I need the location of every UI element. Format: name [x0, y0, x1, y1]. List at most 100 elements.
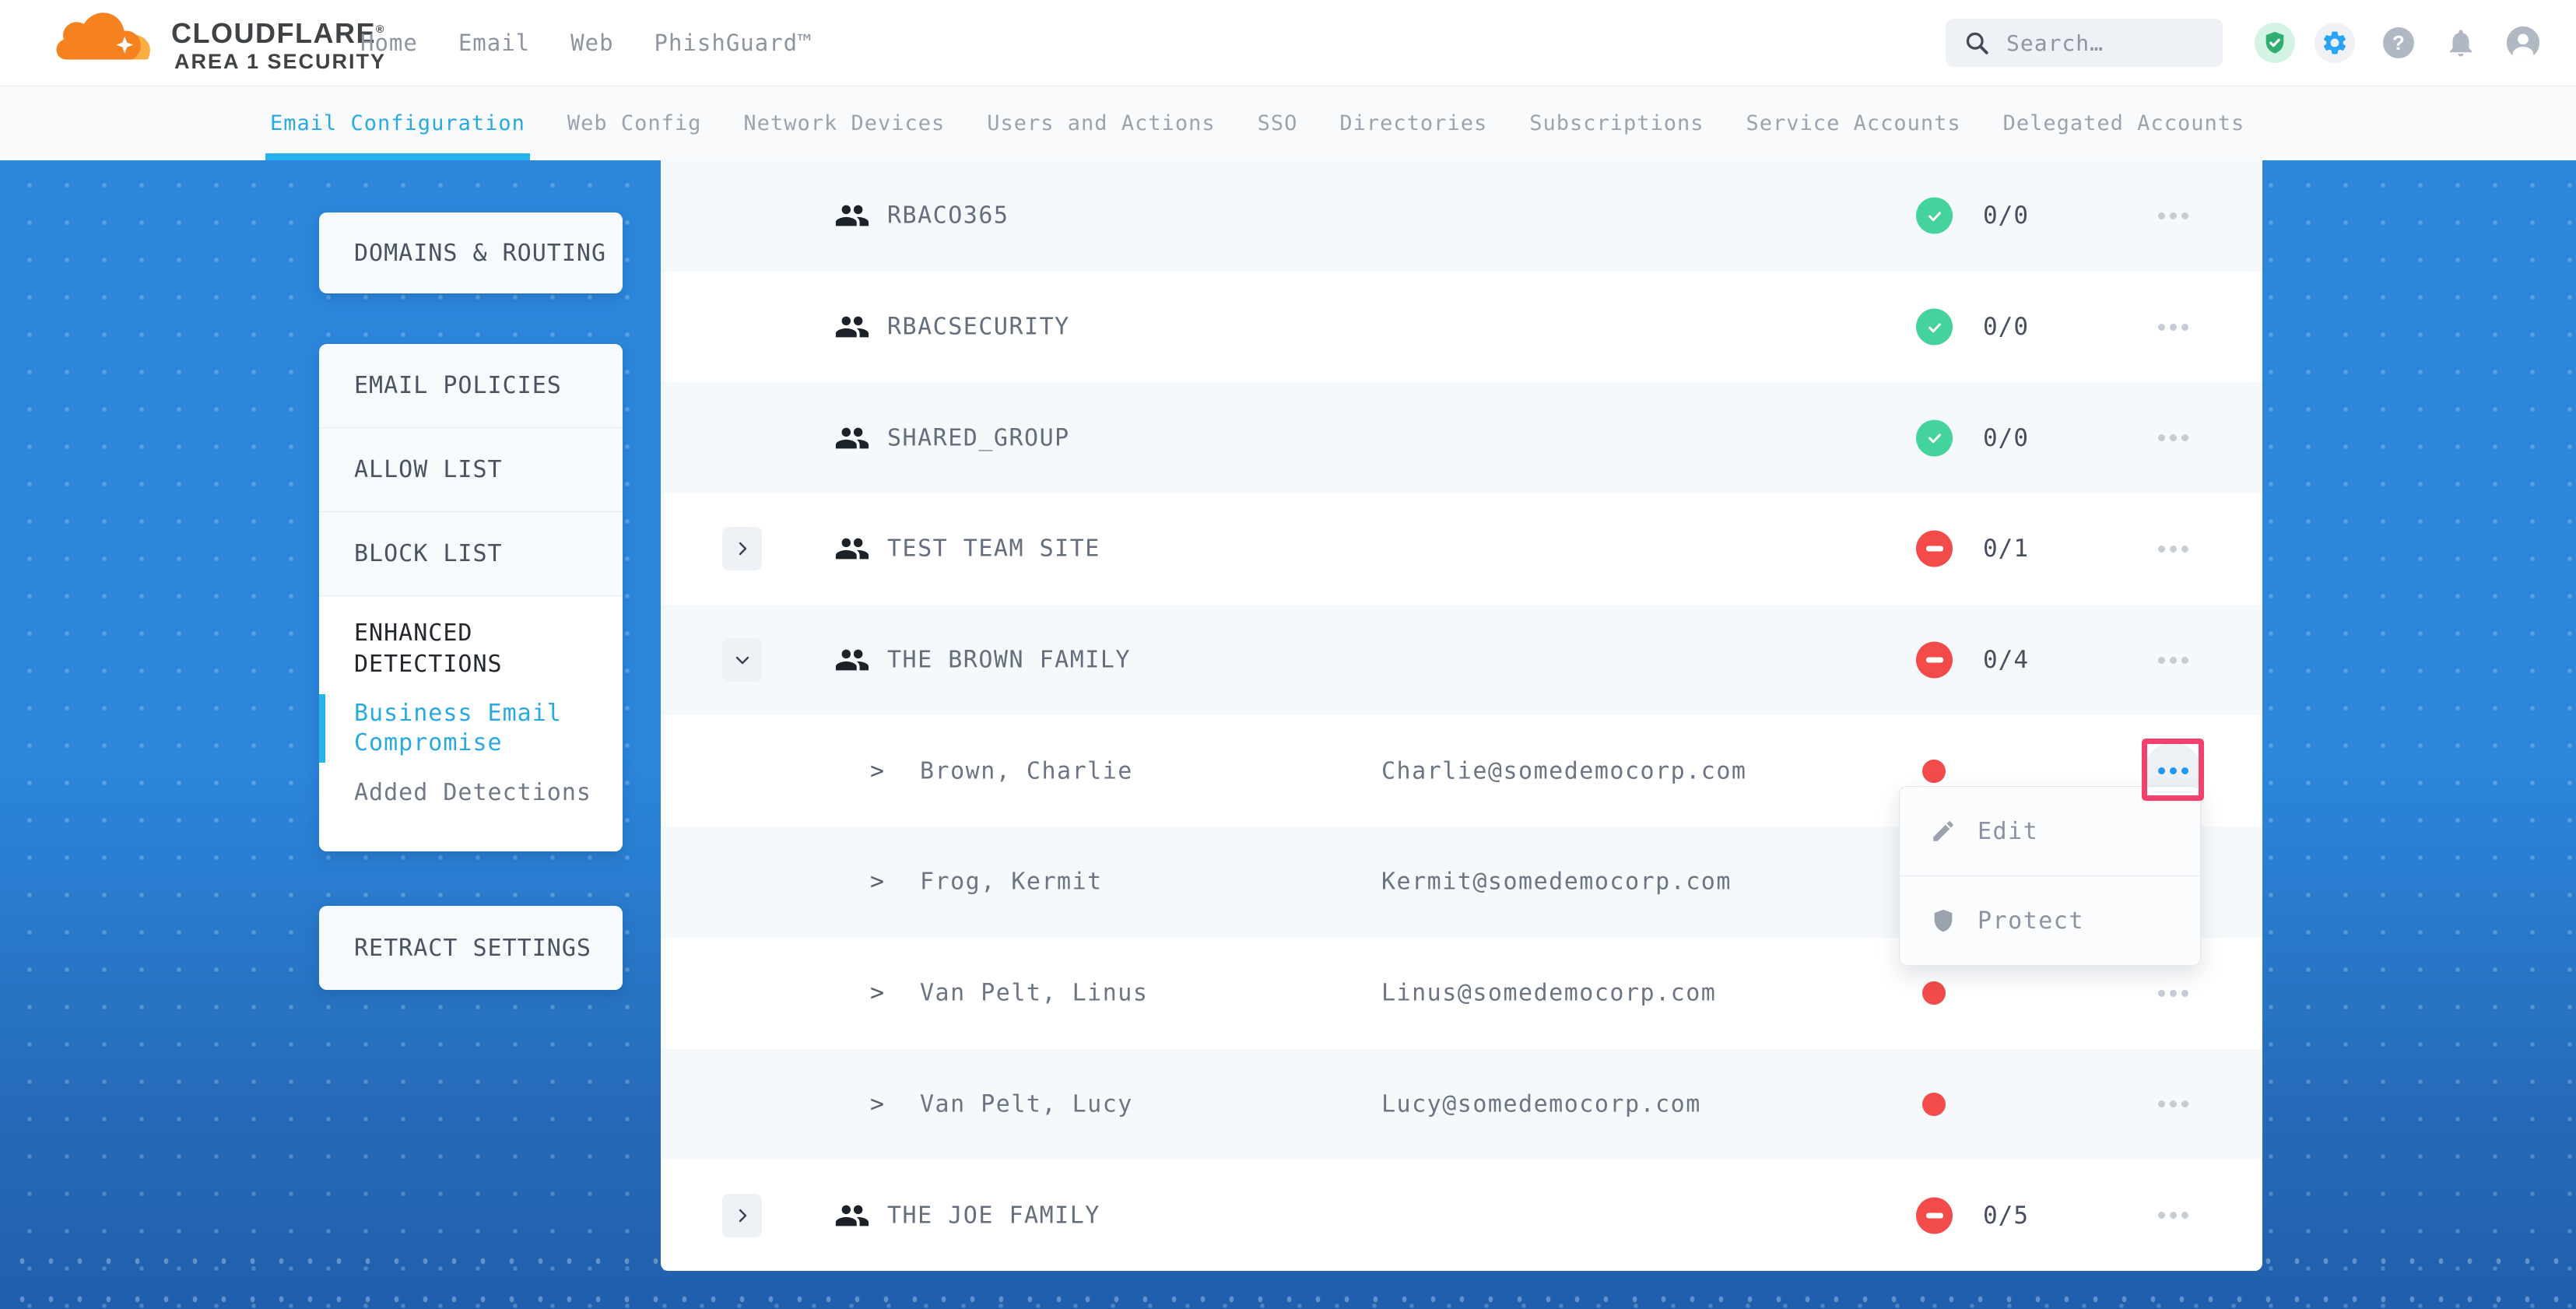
nav-home[interactable]: Home [360, 30, 418, 56]
policy-list: EMAIL POLICIES ALLOW LISTBLOCK LIST [319, 344, 623, 595]
group-name: TEST TEAM SITE [887, 535, 1100, 563]
sidebar-card-retract-settings[interactable]: RETRACT SETTINGS [319, 906, 623, 990]
notification-bell-icon[interactable] [2444, 26, 2477, 59]
row-actions-button[interactable] [2144, 298, 2202, 356]
sidebar-item-business-email-compromise[interactable]: Business Email Compromise [354, 699, 601, 758]
tab-directories[interactable]: Directories [1339, 86, 1487, 160]
member-email: Linus@somedemocorp.com [1381, 980, 1716, 1007]
settings-gear-icon[interactable] [2315, 23, 2355, 63]
flag-dot-icon [1922, 1093, 1946, 1116]
expand-toggle-button[interactable] [722, 1194, 762, 1237]
member-chevron-icon: > [870, 757, 884, 784]
tab-subscriptions[interactable]: Subscriptions [1529, 86, 1704, 160]
member-name: Frog, Kermit [920, 869, 1103, 896]
member-name: Van Pelt, Linus [920, 980, 1148, 1007]
row-actions-button[interactable] [2144, 409, 2202, 467]
row-actions-button[interactable] [2144, 520, 2202, 577]
tab-users-and-actions[interactable]: Users and Actions [987, 86, 1215, 160]
group-name: RBACO365 [887, 202, 1009, 230]
status-icon [1916, 309, 1953, 346]
tab-service-accounts[interactable]: Service Accounts [1746, 86, 1961, 160]
row-actions-button[interactable] [2144, 631, 2202, 689]
enhanced-detections-section: ENHANCED DETECTIONS Business Email Compr… [319, 595, 623, 851]
tab-network-devices[interactable]: Network Devices [743, 86, 945, 160]
tab-sso[interactable]: SSO [1258, 86, 1298, 160]
sidebar-item-added-detections[interactable]: Added Detections [354, 778, 601, 808]
row-actions-button[interactable] [2144, 1076, 2202, 1133]
menu-item-edit[interactable]: Edit [1900, 787, 2200, 876]
sidebar-item-enhanced-detections[interactable]: ENHANCED DETECTIONS [354, 618, 601, 680]
member-chevron-icon: > [870, 869, 884, 896]
status-icon [1916, 1197, 1953, 1234]
group-people-icon [834, 200, 870, 231]
group-people-icon [834, 644, 870, 676]
enhanced-list: Business Email Compromise Added Detection… [354, 699, 601, 808]
protected-count: 0/0 [1983, 424, 2029, 452]
status-icon [1916, 642, 1953, 679]
status-icon [1916, 198, 1953, 234]
tab-web-config[interactable]: Web Config [567, 86, 702, 160]
member-email: Charlie@somedemocorp.com [1381, 757, 1746, 784]
sidebar-card-email-policies: EMAIL POLICIES ALLOW LISTBLOCK LIST ENHAN… [319, 344, 623, 851]
minus-icon [1926, 546, 1943, 552]
nav-web[interactable]: Web [570, 30, 613, 56]
tab-email-configuration[interactable]: Email Configuration [270, 86, 525, 160]
status-icon [1916, 419, 1953, 456]
group-people-icon [834, 423, 870, 454]
pencil-icon [1929, 817, 1957, 845]
product-wordmark: AREA 1 SECURITY [174, 50, 386, 74]
sidebar-item-allow-list[interactable]: ALLOW LIST [319, 427, 623, 511]
sidebar-card-domains-routing[interactable]: DOMAINS & ROUTING [319, 212, 623, 293]
expand-toggle-button[interactable] [722, 638, 762, 682]
help-question-icon[interactable]: ? [2383, 27, 2414, 58]
protected-count: 0/0 [1983, 313, 2029, 341]
row-actions-context-menu: Edit Protect [1899, 786, 2201, 966]
row-actions-button[interactable] [2144, 964, 2202, 1022]
shield-check-icon[interactable] [2255, 23, 2295, 63]
sidebar-item-label: EMAIL POLICIES [354, 372, 562, 399]
shield-icon [1929, 907, 1957, 935]
primary-nav: Home Email Web PhishGuard™ [360, 0, 812, 86]
member-email: Kermit@somedemocorp.com [1381, 869, 1732, 896]
table-row-member: > Van Pelt, Lucy Lucy@somedemocorp.com [661, 1049, 2262, 1160]
sidebar-item-email-policies[interactable]: EMAIL POLICIES [319, 344, 623, 427]
table-row-group: RBACSECURITY 0/0 [661, 272, 2262, 383]
group-name: RBACSECURITY [887, 314, 1070, 341]
menu-item-protect[interactable]: Protect [1900, 876, 2200, 965]
nav-phishguard[interactable]: PhishGuard™ [655, 30, 812, 56]
row-actions-button[interactable] [2144, 187, 2202, 244]
member-chevron-icon: > [870, 1090, 884, 1118]
table-row-group: RBACO365 0/0 [661, 160, 2262, 272]
search-input[interactable]: Search… [1946, 19, 2223, 67]
minus-icon [1926, 658, 1943, 663]
table-row-group: SHARED_GROUP 0/0 [661, 382, 2262, 493]
member-name: Van Pelt, Lucy [920, 1090, 1133, 1118]
group-table: RBACO365 0/0 RBACSECURITY 0/0 SHARED_GRO… [661, 160, 2262, 1271]
search-placeholder: Search… [2006, 30, 2104, 56]
member-chevron-icon: > [870, 980, 884, 1007]
flag-dot-icon [1922, 760, 1946, 783]
flag-dot-icon [1922, 981, 1946, 1005]
sidebar-item-block-list[interactable]: BLOCK LIST [319, 511, 623, 595]
search-icon [1963, 29, 1991, 57]
group-people-icon [834, 533, 870, 564]
protected-count: 0/1 [1983, 535, 2029, 563]
sidebar-item-retract-settings[interactable]: RETRACT SETTINGS [319, 935, 591, 962]
protected-count: 0/0 [1983, 202, 2029, 230]
minus-icon [1926, 1212, 1943, 1218]
sidebar-item-domains-routing[interactable]: DOMAINS & ROUTING [319, 240, 606, 267]
table-row-group: THE BROWN FAMILY 0/4 [661, 605, 2262, 716]
brand-wordmark: CLOUDFLARE® [171, 17, 385, 50]
member-name: Brown, Charlie [920, 757, 1133, 784]
menu-item-label: Protect [1978, 907, 2084, 935]
expand-toggle-button[interactable] [722, 527, 762, 570]
member-email: Lucy@somedemocorp.com [1381, 1090, 1701, 1118]
app-header: CLOUDFLARE® AREA 1 SECURITY Home Email Web… [0, 0, 2576, 86]
table-row-group: THE JOE FAMILY 0/5 [661, 1160, 2262, 1271]
nav-email[interactable]: Email [458, 30, 530, 56]
user-avatar-icon[interactable] [2505, 25, 2541, 61]
row-actions-button[interactable] [2144, 1187, 2202, 1244]
group-name: THE BROWN FAMILY [887, 647, 1131, 674]
group-people-icon [834, 1200, 870, 1231]
tab-delegated-accounts[interactable]: Delegated Accounts [2003, 86, 2245, 160]
